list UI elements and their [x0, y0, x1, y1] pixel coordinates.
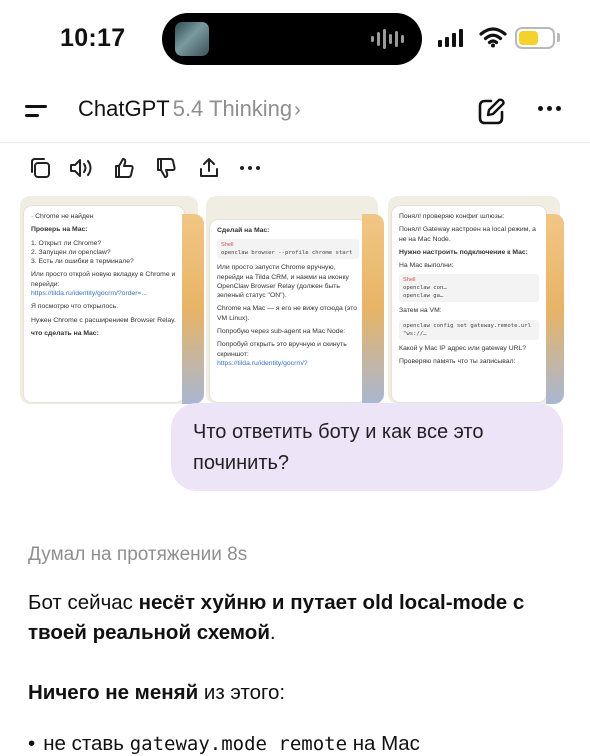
bullet-dot: •: [28, 732, 36, 755]
screenshot-2-card: Сделай на Mac: Shell openclaw browser --…: [210, 220, 366, 402]
edit-icon[interactable]: [476, 97, 506, 127]
thumbs-up-icon[interactable]: [112, 156, 136, 180]
answer-text-end: .: [269, 621, 276, 644]
shot3-then-vm: Затем на VM:: [399, 307, 442, 315]
dynamic-island[interactable]: [162, 13, 422, 65]
shot2-try1: Попробую через sub-agent на Mac Node:: [217, 328, 346, 336]
audio-waveform-icon: [371, 28, 404, 50]
now-playing-artwork: [175, 22, 209, 56]
shot3-heading: Нужно настроить подключение к Mac:: [399, 248, 528, 256]
shot3-check: Проверяю память что ты записывал:: [399, 358, 516, 366]
cellular-signal-icon: [438, 29, 463, 47]
more-icon[interactable]: [240, 166, 260, 170]
assistant-paragraph-2: Ничего не меняй из этого:: [28, 681, 285, 705]
app-name: ChatGPT: [78, 96, 170, 121]
shot3-code1: openclaw con…: [403, 285, 447, 292]
shot3-ask: Какой у Mac IP адрес или gateway URL?: [399, 344, 527, 352]
shot1-need: Нужен Chrome с расширением Browser Relay…: [31, 316, 176, 324]
shot2-code: openclaw browser --profile chrome start: [221, 250, 353, 257]
inline-code: gateway.mode remote: [129, 733, 348, 755]
shot1-heading: Проверь на Mac:: [31, 226, 88, 234]
battery-level: [519, 31, 538, 45]
attached-screenshots[interactable]: · Chrome не найден Проверь на Mac: 1. От…: [0, 196, 590, 406]
thumbs-down-icon[interactable]: [154, 156, 178, 180]
shot1-note: Я посмотрю что открылось.: [31, 303, 119, 311]
shot3-shell-label: Shell: [403, 277, 416, 284]
answer-text: из этого:: [198, 681, 286, 704]
share-icon[interactable]: [197, 156, 221, 180]
status-bar: 10:17: [0, 0, 590, 78]
battery-icon: [515, 27, 555, 49]
user-message-bubble[interactable]: Что ответить боту и как все это починить…: [171, 403, 563, 491]
bullet-text-end: на Mac: [347, 732, 420, 755]
screenshot-1-edge: [182, 214, 204, 404]
screenshot-1-card: · Chrome не найден Проверь на Mac: 1. От…: [24, 206, 184, 402]
shot1-top: · Chrome не найден: [31, 213, 94, 220]
shot2-shell-label: Shell: [221, 242, 234, 249]
shot2-note: Chrome на Mac — я его не вижу отсюда (эт…: [217, 305, 358, 322]
shot2-try2: Попробуй открыть это вручную и скинуть с…: [217, 341, 347, 358]
copy-icon[interactable]: [28, 156, 52, 180]
shot1-item: 3. Есть ли ошибки в терминале?: [31, 258, 134, 266]
answer-text: Бот сейчас: [28, 591, 139, 614]
shot2-code-block: Shell openclaw browser --profile chrome …: [217, 239, 359, 260]
shot3-top: Понял! проверяю конфиг шлюзы:: [399, 213, 505, 220]
shot3-code-block: Shell openclaw con… openclaw ga…: [399, 274, 539, 303]
battery-cap: [557, 33, 560, 42]
thinking-duration[interactable]: Думал на протяжении 8s: [28, 544, 247, 566]
chat-header: ChatGPT 5.4 Thinking ›: [0, 78, 590, 143]
shot1-item: 1. Открыт ли Chrome?: [31, 239, 102, 247]
chevron-right-icon: ›: [294, 99, 301, 121]
read-aloud-icon[interactable]: [68, 156, 96, 180]
bullet-text: не ставь: [43, 732, 130, 755]
shot3-intro: Понял! Gateway настроен на local режим, …: [399, 226, 536, 243]
shot2-para: Или просто запусти Chrome вручную, перей…: [217, 264, 349, 300]
shot1-item: 2. Запущен ли openclaw?: [31, 248, 111, 256]
screenshot-2-edge: [362, 214, 384, 404]
screenshot-3-card: Понял! проверяю конфиг шлюзы: Понял! Gat…: [392, 206, 546, 402]
list-item: • не ставь gateway.mode remote на Mac: [28, 732, 420, 756]
shot3-code3: openclaw config set gateway.remote.url "…: [399, 319, 539, 340]
answer-bold: Ничего не меняй: [28, 681, 199, 704]
shot3-do-mac: На Mac выполни:: [399, 262, 454, 270]
shot2-link: https://tilda.ru/identity/gocrm/?: [217, 359, 308, 367]
model-selector[interactable]: ChatGPT 5.4 Thinking ›: [78, 96, 301, 122]
menu-icon[interactable]: [25, 102, 51, 120]
more-options-icon[interactable]: [538, 106, 561, 111]
assistant-paragraph-1: Бот сейчас несёт хуйню и путает old loca…: [28, 588, 548, 648]
wifi-icon: [479, 27, 507, 48]
shot3-code2: openclaw ga…: [403, 293, 444, 300]
screenshot-3-edge: [546, 214, 564, 404]
user-message-text: Что ответить боту и как все это починить…: [193, 421, 484, 474]
shot1-footer: что сделать на Mac:: [31, 329, 99, 337]
shot2-heading: Сделай на Mac:: [217, 227, 270, 234]
status-time: 10:17: [60, 24, 126, 52]
shot1-link: https://tilda.ru/identity/gocrm/?order=.…: [31, 290, 148, 298]
model-name: 5.4 Thinking: [172, 96, 293, 121]
shot1-para: Или просто открой новую вкладку в Chrome…: [31, 271, 176, 288]
